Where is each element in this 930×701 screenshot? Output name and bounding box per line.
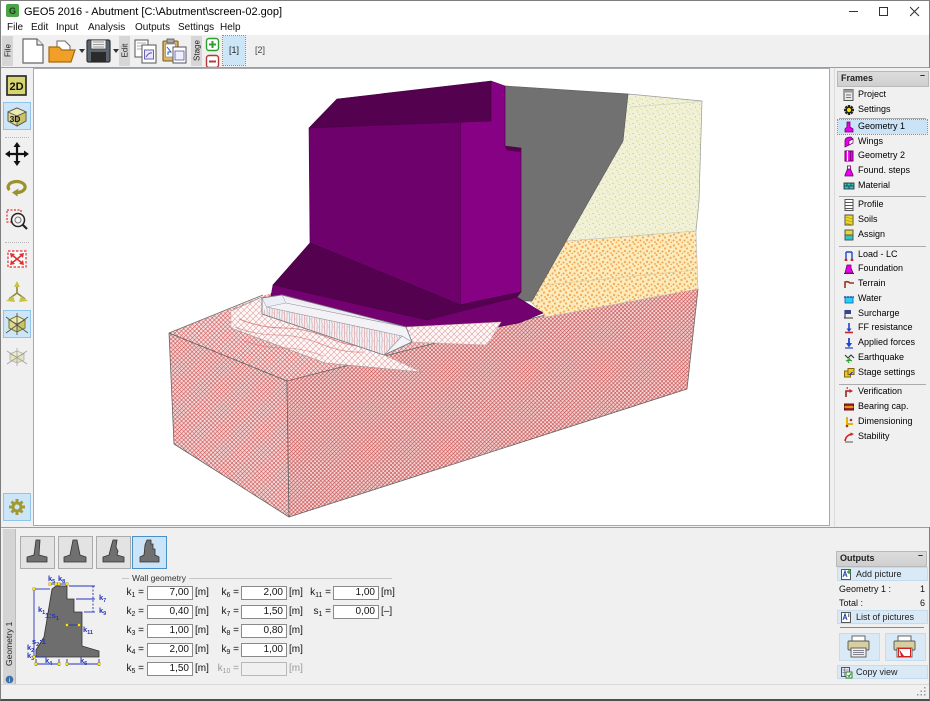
- svg-text:2D: 2D: [9, 81, 23, 93]
- svg-text:k11: k11: [83, 625, 93, 636]
- svg-text:k4: k4: [45, 656, 53, 667]
- svg-text:G: G: [9, 6, 16, 16]
- svg-text:3D: 3D: [10, 114, 21, 124]
- svg-text:k6: k6: [80, 656, 87, 667]
- svg-text:i: i: [8, 677, 9, 684]
- svg-text:k7: k7: [99, 593, 106, 604]
- svg-text:k1: k1: [38, 605, 45, 616]
- svg-text:k9: k9: [99, 606, 106, 617]
